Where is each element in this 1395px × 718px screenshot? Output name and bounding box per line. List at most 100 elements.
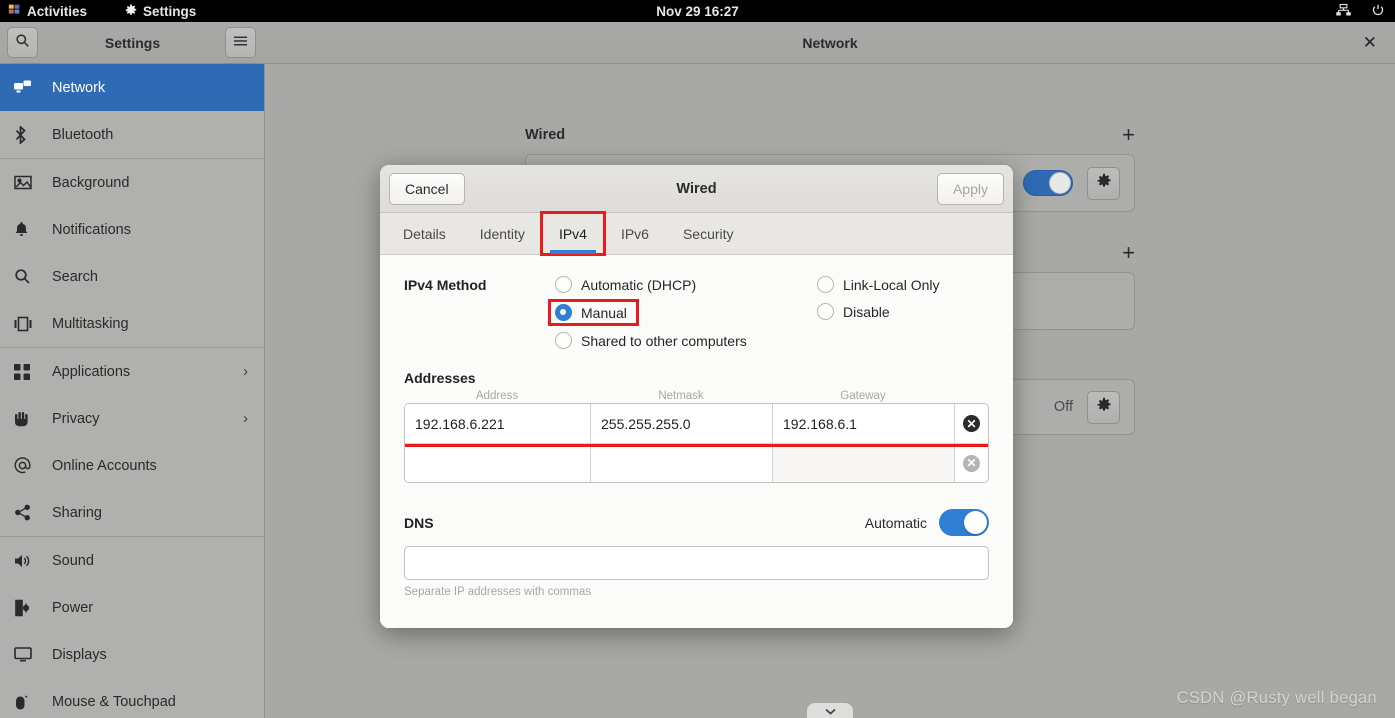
network-wired-icon	[1336, 3, 1351, 19]
sidebar-item-applications[interactable]: Applications ›	[0, 348, 264, 395]
address-input-1[interactable]: 192.168.6.221	[405, 404, 591, 443]
dns-automatic-label: Automatic	[864, 514, 927, 531]
dns-row: DNS Automatic	[404, 509, 989, 536]
dns-automatic-control: Automatic	[865, 509, 989, 536]
add-wired-button[interactable]: +	[1122, 124, 1135, 146]
gear-icon	[125, 3, 137, 19]
sidebar-item-label: Sound	[52, 552, 94, 569]
wired-settings-button[interactable]	[1087, 166, 1120, 200]
dialog-title: Wired	[676, 180, 717, 197]
power-icon	[1371, 3, 1385, 20]
tab-ipv4[interactable]: IPv4	[539, 211, 606, 256]
ipv4-method-row: IPv4 Method Automatic (DHCP) Manual Shar…	[404, 275, 989, 350]
activities-icon	[8, 3, 21, 19]
addresses-title: Addresses	[404, 370, 476, 386]
activities-button[interactable]: Activities	[8, 3, 87, 19]
off-settings-button[interactable]	[1087, 390, 1120, 424]
sidebar-item-label: Multitasking	[52, 315, 129, 332]
sidebar-item-label: Displays	[52, 646, 107, 663]
system-status-area[interactable]	[1336, 3, 1385, 20]
add-secondary-button[interactable]: +	[1122, 242, 1135, 264]
tab-ipv6[interactable]: IPv6	[604, 213, 666, 254]
radio-label: Disable	[843, 303, 890, 320]
at-sign-icon	[14, 456, 40, 476]
sidebar-item-online-accounts[interactable]: Online Accounts	[0, 442, 264, 489]
sidebar-item-label: Applications	[52, 363, 131, 380]
battery-icon	[14, 598, 40, 618]
sidebar-item-power[interactable]: Power	[0, 584, 264, 631]
wired-settings-dialog: Cancel Wired Apply Details Identity IPv4…	[380, 165, 1013, 628]
table-row[interactable]: ✕	[405, 443, 988, 482]
radio-manual[interactable]: Manual	[548, 299, 639, 326]
settings-window: Settings Network ✕ Network Bluetooth Bac…	[0, 22, 1395, 718]
gateway-input-1[interactable]: 192.168.6.1	[773, 404, 955, 443]
chevron-down-icon	[824, 702, 836, 718]
search-button[interactable]	[7, 27, 38, 58]
tab-security[interactable]: Security	[666, 213, 751, 254]
radio-link-local-only[interactable]: Link-Local Only	[813, 275, 944, 294]
sidebar-item-sharing[interactable]: Sharing	[0, 489, 264, 536]
sidebar-item-mouse-touchpad[interactable]: Mouse & Touchpad	[0, 678, 264, 718]
bluetooth-icon	[14, 125, 40, 145]
sidebar-item-label: Power	[52, 599, 94, 616]
settings-sidebar[interactable]: Network Bluetooth Background Notificatio…	[0, 64, 265, 718]
sidebar-item-displays[interactable]: Displays	[0, 631, 264, 678]
topbar-app-label: Settings	[143, 3, 197, 19]
topbar-app-menu[interactable]: Settings	[125, 4, 196, 19]
netmask-input-1[interactable]: 255.255.255.0	[591, 404, 773, 443]
netmask-input-2[interactable]	[591, 444, 773, 482]
address-input-2[interactable]	[405, 444, 591, 482]
search-icon	[15, 33, 30, 53]
network-wired-icon	[14, 78, 40, 98]
hamburger-menu-icon	[233, 34, 248, 52]
sidebar-item-label: Background	[52, 174, 130, 191]
window-header-right: Network ✕	[265, 22, 1395, 63]
wired-section-header: Wired +	[525, 124, 1135, 146]
sidebar-item-search[interactable]: Search	[0, 253, 264, 300]
delete-address-button-1[interactable]: ✕	[955, 404, 988, 443]
cancel-button[interactable]: Cancel	[389, 172, 465, 205]
close-icon[interactable]: ✕	[1363, 34, 1377, 51]
sidebar-item-label: Mouse & Touchpad	[52, 693, 176, 710]
radio-indicator	[817, 303, 834, 320]
main-menu-button[interactable]	[225, 27, 256, 58]
gateway-input-2[interactable]	[773, 444, 955, 482]
wired-section-title: Wired	[525, 127, 566, 143]
sidebar-item-label: Notifications	[52, 221, 131, 238]
radio-label: Manual	[581, 304, 627, 321]
delete-address-button-2[interactable]: ✕	[955, 444, 988, 482]
sidebar-item-bluetooth[interactable]: Bluetooth	[0, 111, 264, 158]
sidebar-item-label: Bluetooth	[52, 126, 114, 143]
apply-button[interactable]: Apply	[936, 172, 1004, 205]
chevron-right-icon: ›	[243, 363, 248, 380]
column-header-netmask: Netmask	[658, 390, 704, 402]
radio-disable[interactable]: Disable	[813, 302, 894, 321]
wired-toggle[interactable]	[1023, 170, 1073, 196]
dns-title: DNS	[404, 514, 434, 531]
radio-automatic-dhcp[interactable]: Automatic (DHCP)	[551, 275, 700, 294]
close-circle-icon: ✕	[963, 454, 980, 472]
ipv4-settings-body: IPv4 Method Automatic (DHCP) Manual Shar…	[380, 255, 1013, 628]
column-header-gateway: Gateway	[840, 390, 886, 402]
gnome-top-bar: Activities Settings Nov 29 16:27	[0, 0, 1395, 22]
sidebar-item-notifications[interactable]: Notifications	[0, 206, 264, 253]
sidebar-item-sound[interactable]: Sound	[0, 537, 264, 584]
clock[interactable]: Nov 29 16:27	[0, 4, 1395, 19]
table-row[interactable]: 192.168.6.221 255.255.255.0 192.168.6.1 …	[405, 404, 988, 447]
radio-label: Automatic (DHCP)	[581, 276, 697, 293]
dns-input[interactable]	[404, 546, 989, 580]
radio-shared-to-other-computers[interactable]: Shared to other computers	[551, 331, 751, 350]
tab-details[interactable]: Details	[386, 213, 463, 254]
dns-automatic-toggle[interactable]	[939, 509, 989, 536]
off-status-label: Off	[1053, 399, 1073, 415]
sidebar-item-multitasking[interactable]: Multitasking	[0, 300, 264, 347]
sidebar-item-network[interactable]: Network	[0, 64, 264, 111]
monitor-icon	[14, 645, 40, 665]
tab-identity[interactable]: Identity	[463, 213, 542, 254]
sidebar-item-privacy[interactable]: Privacy ›	[0, 395, 264, 442]
dialog-tabs[interactable]: Details Identity IPv4 IPv6 Security	[380, 211, 1013, 256]
scroll-down-button[interactable]	[807, 703, 853, 718]
sidebar-item-background[interactable]: Background	[0, 159, 264, 206]
radio-indicator	[555, 276, 572, 293]
dialog-header: Cancel Wired Apply	[380, 165, 1013, 213]
